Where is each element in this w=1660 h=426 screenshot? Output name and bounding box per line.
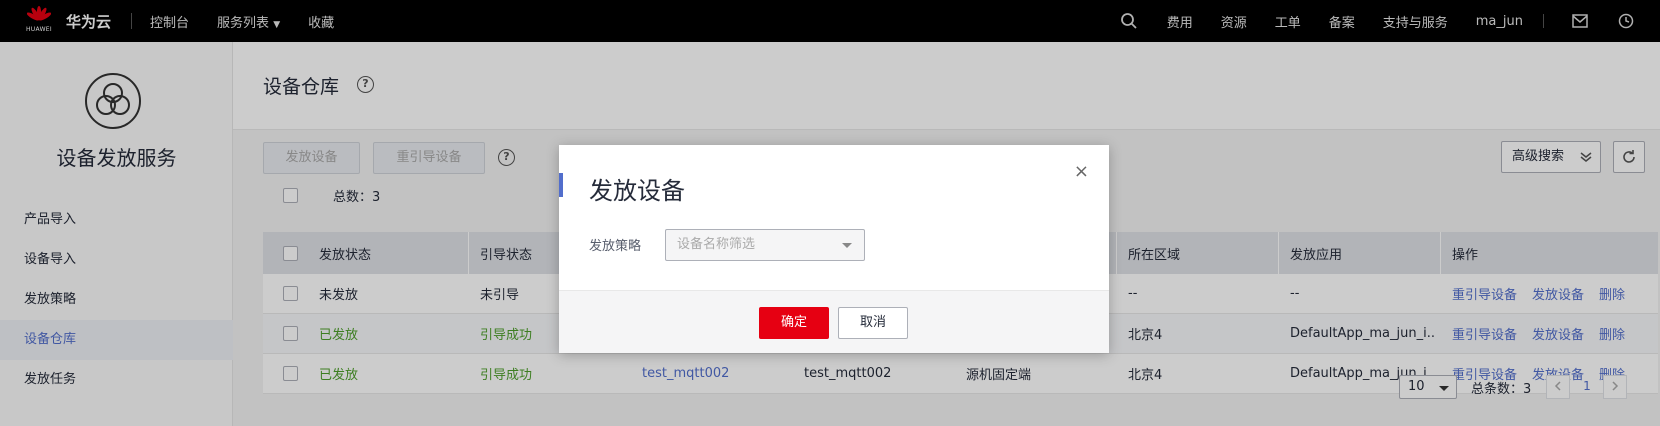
- issue-policy-placeholder: 设备名称筛选: [677, 237, 756, 252]
- close-icon[interactable]: ×: [1074, 161, 1089, 182]
- dialog-title-accent: [559, 173, 563, 197]
- cancel-button[interactable]: 取消: [838, 307, 908, 339]
- dialog-footer: 确定 取消: [559, 290, 1109, 353]
- confirm-button[interactable]: 确定: [759, 307, 829, 339]
- dialog-title: 发放设备: [589, 177, 685, 205]
- issue-policy-label: 发放策略: [589, 239, 642, 254]
- caret-down-icon: [842, 243, 852, 248]
- issue-policy-select[interactable]: 设备名称筛选: [665, 229, 865, 261]
- issue-device-dialog: 发放设备 × 发放策略 设备名称筛选 确定 取消: [559, 145, 1109, 353]
